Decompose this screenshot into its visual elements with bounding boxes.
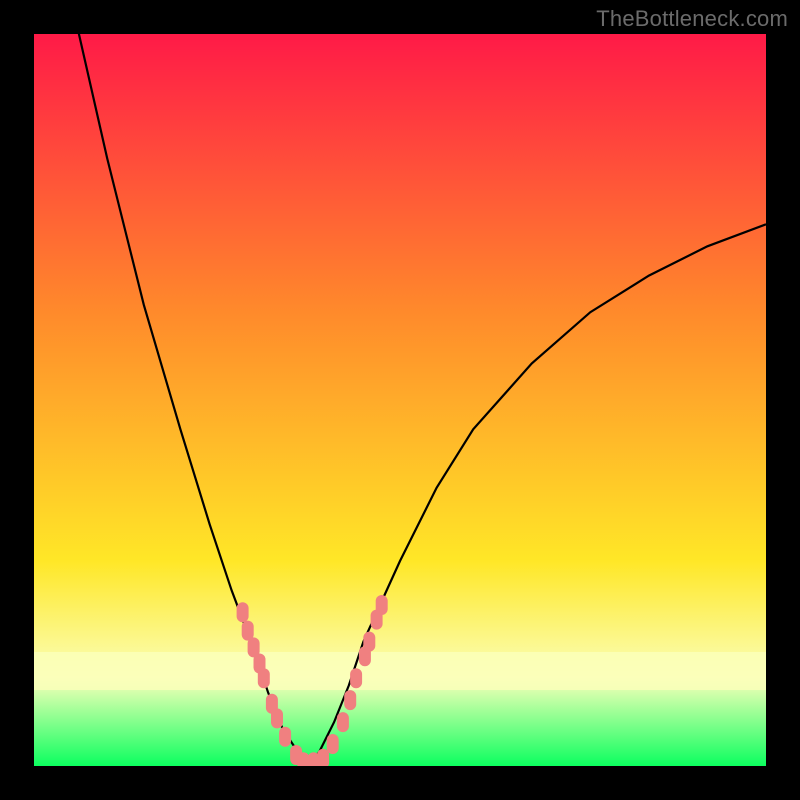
ideal-band: [34, 652, 766, 690]
highlight-marker: [258, 668, 270, 688]
highlight-marker: [317, 749, 329, 766]
highlight-marker: [271, 708, 283, 728]
watermark-text: TheBottleneck.com: [596, 6, 788, 32]
highlight-marker: [376, 595, 388, 615]
highlight-marker: [242, 621, 254, 641]
highlight-marker: [337, 712, 349, 732]
bottleneck-chart: [34, 34, 766, 766]
highlight-marker: [237, 602, 249, 622]
plot-area: [34, 34, 766, 766]
chart-frame: TheBottleneck.com: [0, 0, 800, 800]
highlight-marker: [363, 632, 375, 652]
highlight-marker: [344, 690, 356, 710]
highlight-marker: [327, 734, 339, 754]
highlight-marker: [350, 668, 362, 688]
highlight-marker: [279, 727, 291, 747]
